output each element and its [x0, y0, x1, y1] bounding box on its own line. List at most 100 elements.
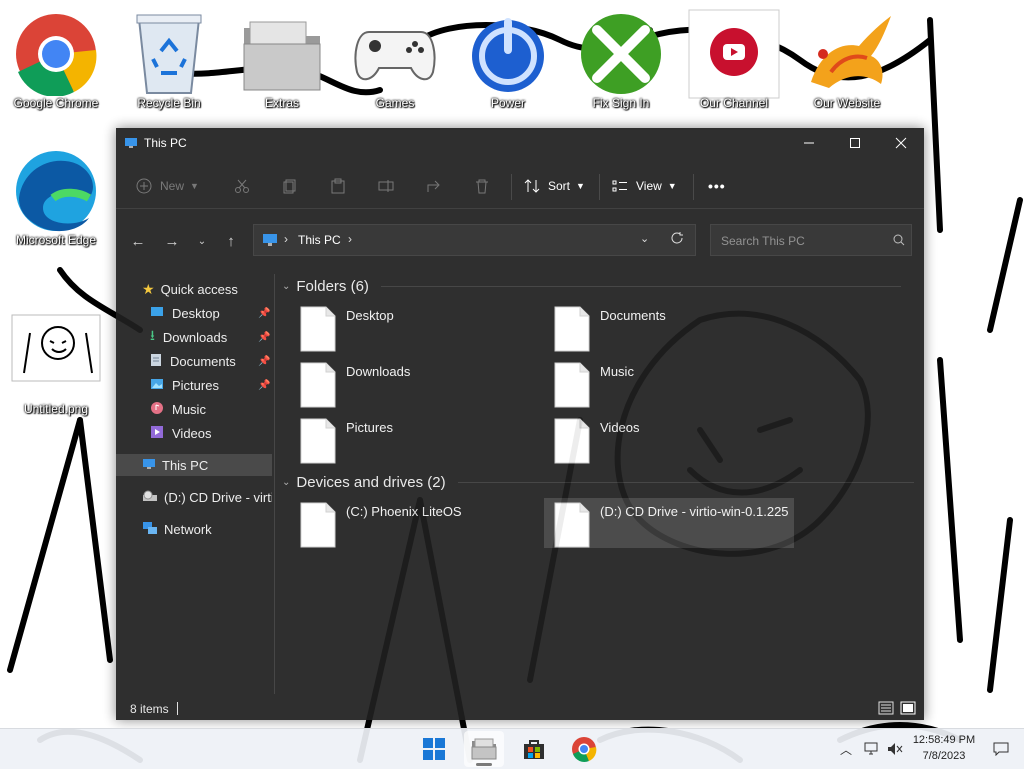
chevron-up-icon: ︿ — [839, 742, 852, 757]
active-indicator — [476, 763, 492, 766]
forward-button[interactable]: → — [158, 228, 186, 254]
nav-item-videos[interactable]: Videos — [116, 422, 272, 444]
title-bar[interactable]: This PC — [116, 128, 924, 158]
back-button[interactable]: ← — [124, 228, 152, 254]
taskbar-clock[interactable]: 12:58:49 PM 7/8/2023 — [906, 732, 982, 764]
folder-tile[interactable]: Desktop — [296, 302, 546, 352]
recent-locations-button[interactable]: ⌄ — [188, 228, 216, 254]
share-button[interactable] — [426, 168, 442, 204]
document-icon — [300, 362, 336, 408]
folder-tile[interactable]: Videos — [550, 414, 800, 464]
chrome-taskbar-button[interactable] — [564, 731, 604, 767]
divider — [511, 174, 512, 200]
address-bar[interactable]: › This PC › ⌄ — [253, 224, 696, 256]
nav-item-downloads[interactable]: ⭳ Downloads 📌 — [116, 326, 272, 348]
volume-tray-button[interactable] — [884, 729, 906, 769]
tile-label: Videos — [600, 420, 640, 435]
document-icon — [554, 502, 590, 548]
folder-tile[interactable]: Downloads — [296, 358, 546, 408]
nav-item-music[interactable]: Music — [116, 398, 272, 420]
new-icon — [136, 178, 152, 194]
desktop-icon-fix-sign-in[interactable]: Fix Sign In — [568, 6, 674, 110]
desktop-icon-untitled-png[interactable]: Untitled.png — [3, 300, 109, 416]
tiles-view-icon — [900, 701, 916, 715]
pin-icon: 📌 — [258, 379, 271, 391]
new-button[interactable]: New ▼ — [136, 168, 199, 204]
refresh-button[interactable] — [670, 231, 684, 250]
chrome-icon — [8, 6, 104, 102]
tile-label: Documents — [600, 308, 666, 323]
folder-tile[interactable]: Pictures — [296, 414, 546, 464]
network-tray-button[interactable] — [860, 729, 882, 769]
view-button[interactable]: View ▼ — [612, 168, 677, 204]
delete-button[interactable] — [474, 168, 490, 204]
folder-tile[interactable]: Music — [550, 358, 800, 408]
nav-item-desktop[interactable]: Desktop 📌 — [116, 302, 272, 324]
document-icon — [554, 418, 590, 464]
close-button[interactable] — [878, 128, 924, 158]
rename-icon — [378, 180, 394, 192]
breadcrumb-this-pc[interactable]: This PC — [298, 233, 341, 247]
sort-button[interactable]: Sort ▼ — [524, 168, 585, 204]
show-hidden-icons-button[interactable]: ︿ — [836, 729, 856, 769]
rename-button[interactable] — [378, 168, 394, 204]
refresh-icon — [671, 232, 683, 244]
microsoft-store-taskbar-button[interactable] — [514, 731, 554, 767]
search-box[interactable] — [710, 224, 912, 256]
nav-this-pc[interactable]: This PC — [116, 454, 272, 476]
search-icon — [893, 233, 905, 251]
drive-tile[interactable]: (D:) CD Drive - virtio-win-0.1.225 — [544, 498, 794, 548]
paste-button[interactable] — [330, 168, 346, 204]
up-button[interactable]: ↑ — [217, 228, 245, 254]
content-area: ⌄ Folders (6) Desktop Documents Download… — [276, 274, 920, 694]
details-view-button[interactable] — [878, 700, 894, 719]
recycle-bin-icon — [121, 6, 217, 102]
drive-tile[interactable]: (C:) Phoenix LiteOS — [296, 498, 546, 548]
desktop-icon-games[interactable]: Games — [342, 6, 448, 110]
start-button[interactable] — [414, 731, 454, 767]
cut-icon — [235, 179, 249, 193]
file-explorer-taskbar-button[interactable] — [464, 731, 504, 767]
divider — [116, 208, 924, 209]
folders-group-header[interactable]: ⌄ Folders (6) — [282, 278, 901, 295]
chevron-right-icon: › — [348, 232, 352, 246]
nav-item-documents[interactable]: Documents 📌 — [116, 350, 272, 372]
maximize-button[interactable] — [832, 128, 878, 158]
folder-tile[interactable]: Documents — [550, 302, 800, 352]
chevron-down-icon: ▼ — [190, 181, 199, 191]
devices-group-header[interactable]: ⌄ Devices and drives (2) — [282, 474, 914, 491]
chevron-down-icon: ⌄ — [282, 281, 291, 292]
cut-button[interactable] — [234, 168, 250, 204]
desktop-icon-power[interactable]: Power — [455, 6, 561, 110]
address-dropdown-button[interactable]: ⌄ — [640, 232, 649, 245]
downloads-icon: ⭳ — [150, 327, 155, 343]
desktop-icon-our-channel[interactable]: Our Channel — [681, 6, 787, 110]
desktop-icon-extras[interactable]: Extras — [229, 6, 335, 110]
document-icon — [554, 362, 590, 408]
minimize-button[interactable] — [786, 128, 832, 158]
youtube-icon — [686, 6, 782, 102]
copy-button[interactable] — [282, 168, 298, 204]
chevron-right-icon: › — [284, 232, 288, 246]
desktop-icon-our-website[interactable]: Our Website — [794, 6, 900, 110]
power-icon — [460, 6, 556, 102]
desktop-icon-edge[interactable]: Microsoft Edge — [3, 143, 109, 247]
search-input[interactable] — [719, 231, 893, 251]
desktop-icon-label: Untitled.png — [23, 402, 89, 416]
divider — [177, 702, 178, 715]
nav-item-pictures[interactable]: Pictures 📌 — [116, 374, 272, 396]
pin-icon: 📌 — [258, 355, 271, 367]
desktop-icon-label: Our Website — [813, 96, 881, 110]
notifications-button[interactable] — [990, 729, 1012, 769]
desktop-icon-label: Microsoft Edge — [15, 233, 97, 247]
nav-network[interactable]: Network — [116, 518, 272, 540]
tiles-view-button[interactable] — [900, 700, 916, 719]
documents-icon — [150, 353, 162, 370]
desktop-icon-chrome[interactable]: Google Chrome — [3, 6, 109, 110]
nav-quick-access[interactable]: ★ Quick access — [116, 278, 272, 300]
desktop-icon-recycle-bin[interactable]: Recycle Bin — [116, 6, 222, 110]
nav-cd-drive[interactable]: (D:) CD Drive - virtio-win-0.1.225 — [116, 486, 272, 508]
pin-icon: 📌 — [258, 307, 271, 319]
desktop-icon-label: Games — [375, 96, 415, 110]
more-options-button[interactable]: ••• — [708, 168, 726, 204]
